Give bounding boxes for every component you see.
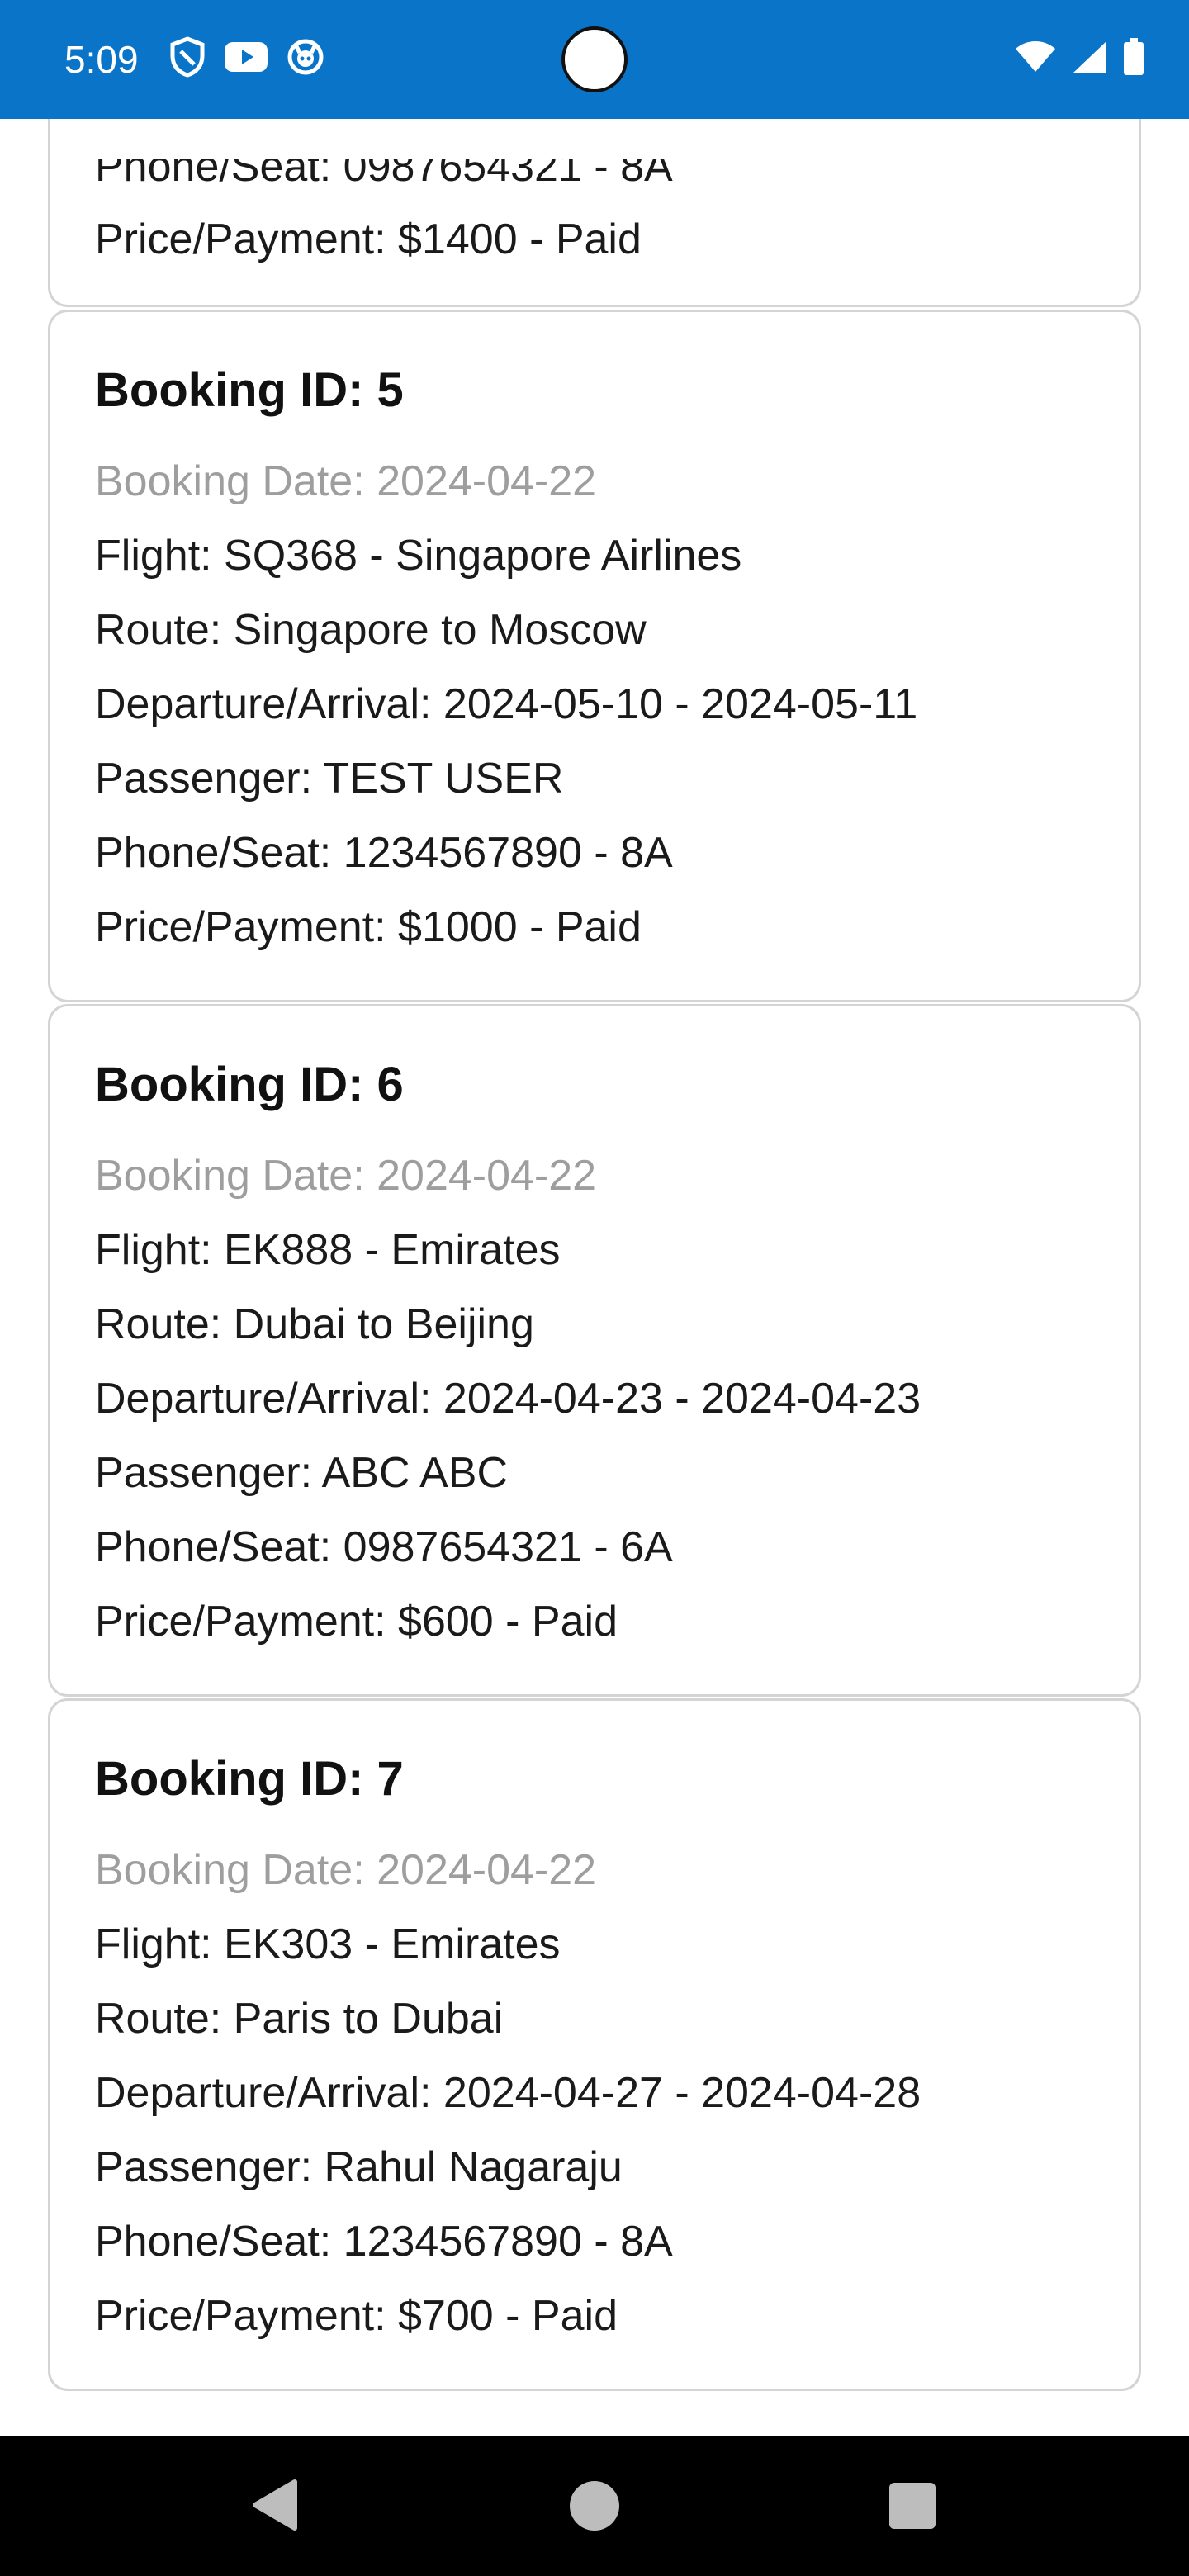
camera-cutout <box>561 26 628 92</box>
booking-id-title: Booking ID: 5 <box>95 363 404 417</box>
price-payment-text: Price/Payment: $1400 - Paid <box>95 215 642 263</box>
phone-seat-text: Phone/Seat: 1234567890 - 8A <box>95 2218 673 2266</box>
bookings-list[interactable]: Phone/Seat: 0987654321 - 8A Price/Paymen… <box>0 119 1189 2436</box>
github-icon <box>287 39 324 75</box>
signal-icon <box>1073 41 1106 73</box>
navigation-bar <box>0 2436 1189 2576</box>
flight-text: Flight: SQ368 - Singapore Airlines <box>95 532 742 580</box>
flight-text: Flight: EK888 - Emirates <box>95 1226 561 1274</box>
passenger-text: Passenger: Rahul Nagaraju <box>95 2143 623 2191</box>
booking-card[interactable]: Booking ID: 7 Booking Date: 2024-04-22 F… <box>48 1698 1141 2391</box>
route-text: Route: Singapore to Moscow <box>95 606 647 654</box>
phone-seat-text: Phone/Seat: 1234567890 - 8A <box>95 829 673 877</box>
departure-arrival-text: Departure/Arrival: 2024-05-10 - 2024-05-… <box>95 680 918 728</box>
booking-card[interactable]: Booking ID: 5 Booking Date: 2024-04-22 F… <box>48 310 1141 1002</box>
youtube-icon <box>225 42 268 72</box>
recents-icon[interactable] <box>889 2483 936 2529</box>
price-payment-text: Price/Payment: $600 - Paid <box>95 1598 618 1646</box>
booking-date-text: Booking Date: 2024-04-22 <box>95 1846 597 1894</box>
booking-date-text: Booking Date: 2024-04-22 <box>95 1152 597 1200</box>
status-time: 5:09 <box>64 38 139 81</box>
passenger-text: Passenger: ABC ABC <box>95 1449 509 1497</box>
flight-text: Flight: EK303 - Emirates <box>95 1920 561 1968</box>
passenger-text: Passenger: TEST USER <box>95 755 564 803</box>
booking-id-title: Booking ID: 7 <box>95 1752 404 1806</box>
route-text: Route: Dubai to Beijing <box>95 1300 534 1348</box>
booking-card[interactable]: Booking ID: 6 Booking Date: 2024-04-22 F… <box>48 1004 1141 1697</box>
departure-arrival-text: Departure/Arrival: 2024-04-23 - 2024-04-… <box>95 1375 921 1423</box>
booking-card-partial: Phone/Seat: 0987654321 - 8A Price/Paymen… <box>48 119 1141 307</box>
shield-icon <box>170 36 205 78</box>
wifi-icon <box>1016 41 1055 72</box>
home-icon[interactable] <box>570 2481 619 2531</box>
phone-seat-text: Phone/Seat: 0987654321 - 6A <box>95 1523 673 1571</box>
booking-date-text: Booking Date: 2024-04-22 <box>95 457 597 505</box>
battery-icon <box>1124 38 1144 75</box>
back-icon[interactable] <box>252 2479 298 2531</box>
booking-id-title: Booking ID: 6 <box>95 1058 404 1111</box>
status-bar: 5:09 <box>0 0 1189 119</box>
route-text: Route: Paris to Dubai <box>95 1995 504 2043</box>
status-notification-icons <box>169 36 324 78</box>
price-payment-text: Price/Payment: $700 - Paid <box>95 2292 618 2340</box>
status-system-icons <box>1014 38 1144 76</box>
departure-arrival-text: Departure/Arrival: 2024-04-27 - 2024-04-… <box>95 2069 921 2117</box>
price-payment-text: Price/Payment: $1000 - Paid <box>95 903 642 951</box>
